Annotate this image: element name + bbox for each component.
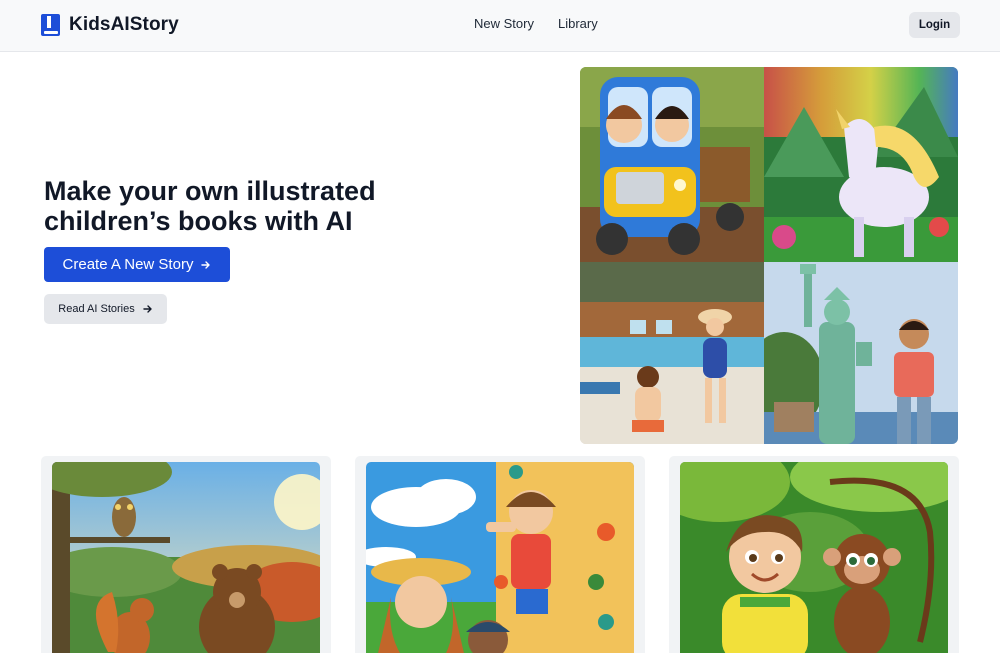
hero-title: Make your own illustrated children’s boo… bbox=[44, 176, 444, 236]
nav-new-story[interactable]: New Story bbox=[474, 16, 534, 31]
climbing-wall-illustration bbox=[366, 462, 634, 653]
book-icon bbox=[41, 14, 60, 36]
unicorn-illustration bbox=[764, 67, 958, 262]
hero-title-line-2: children’s books with AI bbox=[44, 206, 353, 236]
brand-name: KidsAIStory bbox=[69, 14, 179, 35]
create-new-story-button[interactable]: Create A New Story bbox=[44, 247, 230, 282]
story-card[interactable] bbox=[41, 456, 331, 653]
hero-collage bbox=[580, 67, 958, 444]
read-ai-stories-label: Read AI Stories bbox=[58, 303, 135, 315]
forest-animals-illustration bbox=[52, 462, 320, 653]
login-button[interactable]: Login bbox=[909, 12, 960, 38]
arrow-right-icon bbox=[201, 260, 211, 269]
statue-of-liberty-boy-illustration bbox=[764, 262, 958, 444]
main-nav: New Story Library bbox=[474, 16, 598, 31]
arrow-right-icon bbox=[143, 305, 152, 313]
brand-logo[interactable]: KidsAIStory bbox=[40, 12, 179, 38]
story-card[interactable] bbox=[669, 456, 959, 653]
read-ai-stories-button[interactable]: Read AI Stories bbox=[44, 294, 167, 324]
truck-kids-illustration bbox=[580, 67, 764, 262]
top-nav-bar: KidsAIStory New Story Library Login bbox=[0, 0, 1000, 52]
pool-kids-illustration bbox=[580, 262, 764, 444]
boy-monkey-illustration bbox=[680, 462, 948, 653]
create-new-story-label: Create A New Story bbox=[62, 256, 194, 273]
nav-library[interactable]: Library bbox=[558, 16, 598, 31]
story-card[interactable] bbox=[355, 456, 645, 653]
hero-title-line-1: Make your own illustrated bbox=[44, 176, 376, 206]
